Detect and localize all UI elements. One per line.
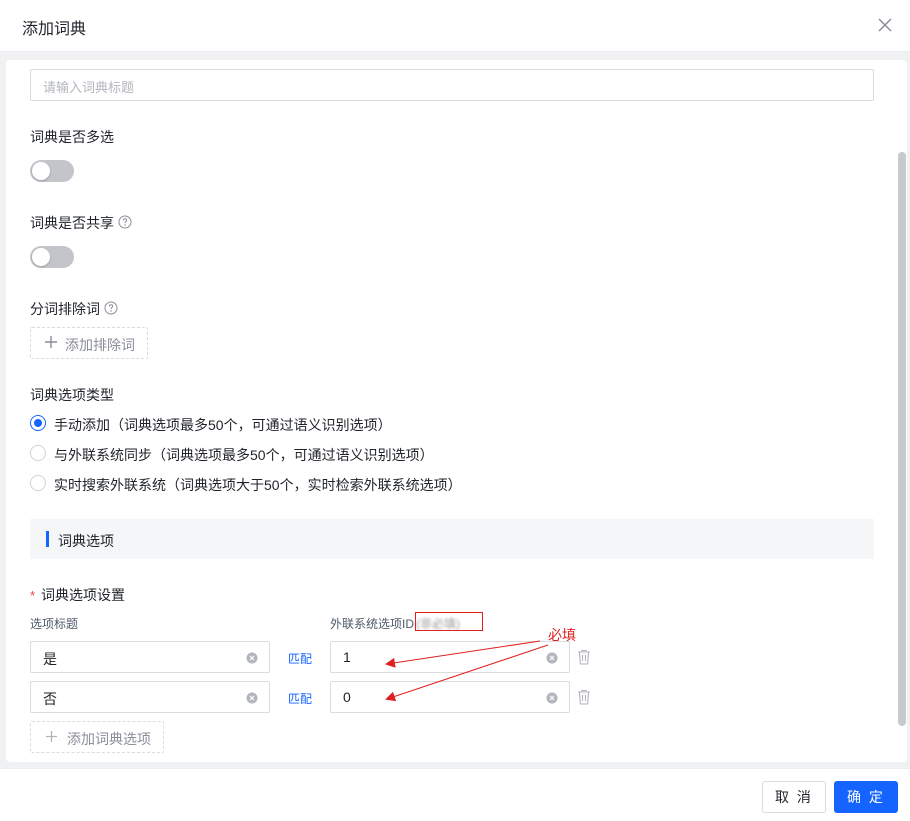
cancel-button[interactable]: 取 消 [762,781,826,813]
dialog-footer: 取 消 确 定 [0,768,910,821]
confirm-button[interactable]: 确 定 [834,781,898,813]
annotation-arrows [385,640,549,702]
